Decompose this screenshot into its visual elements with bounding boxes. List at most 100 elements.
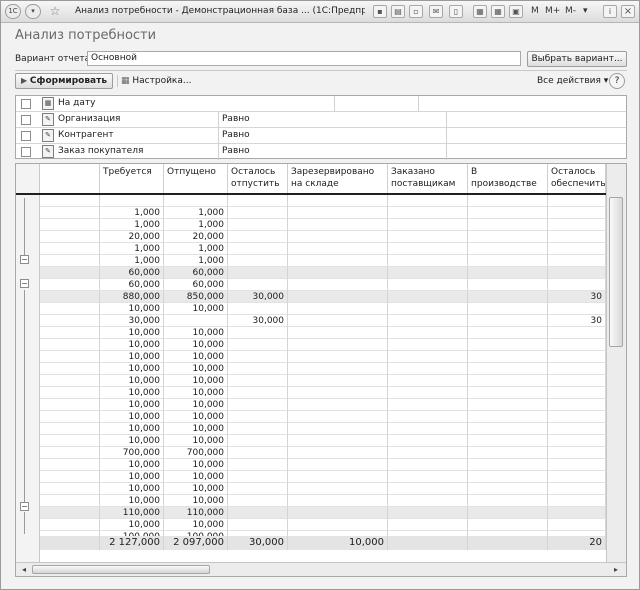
table-cell[interactable] <box>288 435 388 447</box>
table-cell[interactable] <box>388 291 468 303</box>
table-cell[interactable] <box>288 255 388 267</box>
table-cell[interactable] <box>228 351 288 363</box>
table-cell[interactable]: 10,000 <box>164 399 228 411</box>
table-cell[interactable]: 10,000 <box>164 327 228 339</box>
table-cell[interactable]: 1,000 <box>164 243 228 255</box>
table-cell[interactable]: 10,000 <box>100 471 164 483</box>
table-cell[interactable]: 700,000 <box>100 447 164 459</box>
table-cell[interactable]: 60,000 <box>164 267 228 279</box>
table-row[interactable]: 10,000 10,000 <box>40 471 606 483</box>
table-cell[interactable] <box>388 411 468 423</box>
table-cell[interactable] <box>40 291 100 303</box>
table-cell[interactable] <box>548 459 606 471</box>
table-cell[interactable] <box>288 231 388 243</box>
table-cell[interactable] <box>388 363 468 375</box>
table-cell[interactable] <box>228 435 288 447</box>
table-cell[interactable]: 30 <box>548 291 606 303</box>
table-cell[interactable] <box>548 423 606 435</box>
vertical-scrollbar[interactable] <box>606 164 626 562</box>
table-cell[interactable] <box>548 339 606 351</box>
table-cell[interactable] <box>40 507 100 519</box>
table-cell[interactable] <box>468 219 548 231</box>
table-row[interactable]: 880,000 850,000 30,000 30 <box>40 291 606 303</box>
table-row[interactable]: 20,000 20,000 <box>40 231 606 243</box>
scroll-right-icon[interactable]: ▸ <box>610 564 622 575</box>
filter-checkbox[interactable] <box>21 115 31 125</box>
table-row[interactable]: 10,000 10,000 <box>40 363 606 375</box>
table-row[interactable]: 10,000 10,000 <box>40 495 606 507</box>
table-cell[interactable] <box>40 399 100 411</box>
table-cell[interactable] <box>388 519 468 531</box>
table-cell[interactable] <box>288 327 388 339</box>
table-cell[interactable] <box>228 279 288 291</box>
table-cell[interactable]: 20,000 <box>100 231 164 243</box>
filter-row[interactable]: ✎ Заказ покупателя Равно <box>16 144 626 160</box>
table-row[interactable]: 10,000 10,000 <box>40 303 606 315</box>
favorite-star-icon[interactable]: ☆ <box>47 3 63 19</box>
table-cell[interactable] <box>40 339 100 351</box>
table-cell[interactable]: 10,000 <box>100 339 164 351</box>
table-cell[interactable] <box>388 447 468 459</box>
table-row[interactable] <box>40 195 606 207</box>
table-row[interactable]: 700,000 700,000 <box>40 447 606 459</box>
table-cell[interactable]: 10,000 <box>100 483 164 495</box>
table-cell[interactable] <box>388 495 468 507</box>
table-cell[interactable]: 110,000 <box>164 507 228 519</box>
table-cell[interactable] <box>468 387 548 399</box>
table-cell[interactable]: 10,000 <box>164 435 228 447</box>
table-cell[interactable]: 60,000 <box>100 279 164 291</box>
table-cell[interactable] <box>548 447 606 459</box>
table-cell[interactable]: 10,000 <box>164 411 228 423</box>
table-cell[interactable] <box>388 267 468 279</box>
table-cell[interactable] <box>548 327 606 339</box>
table-cell[interactable]: 1,000 <box>100 207 164 219</box>
table-row[interactable]: 10,000 10,000 <box>40 423 606 435</box>
table-cell[interactable]: 10,000 <box>100 519 164 531</box>
table-row[interactable]: 10,000 10,000 <box>40 387 606 399</box>
table-cell[interactable]: 1,000 <box>100 219 164 231</box>
table-cell[interactable] <box>468 399 548 411</box>
table-cell[interactable] <box>40 195 100 207</box>
table-cell[interactable]: 1,000 <box>164 207 228 219</box>
table-cell[interactable] <box>548 363 606 375</box>
table-cell[interactable] <box>548 303 606 315</box>
table-cell[interactable]: 20,000 <box>164 231 228 243</box>
table-cell[interactable] <box>388 375 468 387</box>
collapse-group-icon[interactable]: − <box>20 502 29 511</box>
table-row[interactable]: 10,000 10,000 <box>40 435 606 447</box>
table-cell[interactable]: 10,000 <box>100 399 164 411</box>
all-actions-button[interactable]: Все действия ▾ <box>537 75 608 89</box>
settings-button[interactable]: ▦ Настройка... <box>121 74 191 89</box>
table-cell[interactable] <box>548 507 606 519</box>
table-cell[interactable] <box>288 195 388 207</box>
table-cell[interactable]: 10,000 <box>164 351 228 363</box>
table-cell[interactable] <box>228 339 288 351</box>
table-cell[interactable] <box>388 195 468 207</box>
table-cell[interactable] <box>40 375 100 387</box>
table-cell[interactable]: 10,000 <box>100 423 164 435</box>
table-cell[interactable] <box>288 375 388 387</box>
table-cell[interactable] <box>468 435 548 447</box>
table-cell[interactable] <box>40 279 100 291</box>
table-cell[interactable] <box>548 351 606 363</box>
filter-checkbox[interactable] <box>21 131 31 141</box>
table-cell[interactable] <box>388 399 468 411</box>
help-icon[interactable]: ? <box>609 73 625 89</box>
table-cell[interactable] <box>468 303 548 315</box>
table-cell[interactable] <box>288 351 388 363</box>
table-cell[interactable] <box>228 471 288 483</box>
table-cell[interactable] <box>468 243 548 255</box>
table-cell[interactable] <box>228 207 288 219</box>
table-cell[interactable] <box>228 483 288 495</box>
table-cell[interactable] <box>548 495 606 507</box>
table-cell[interactable] <box>468 339 548 351</box>
table-cell[interactable] <box>288 387 388 399</box>
table-cell[interactable] <box>388 339 468 351</box>
table-cell[interactable] <box>468 471 548 483</box>
filter-checkbox[interactable] <box>21 147 31 157</box>
main-menu-icon[interactable]: ▾ <box>25 4 41 19</box>
table-cell[interactable]: 10,000 <box>164 339 228 351</box>
table-cell[interactable] <box>288 243 388 255</box>
table-cell[interactable] <box>40 231 100 243</box>
table-cell[interactable] <box>548 219 606 231</box>
